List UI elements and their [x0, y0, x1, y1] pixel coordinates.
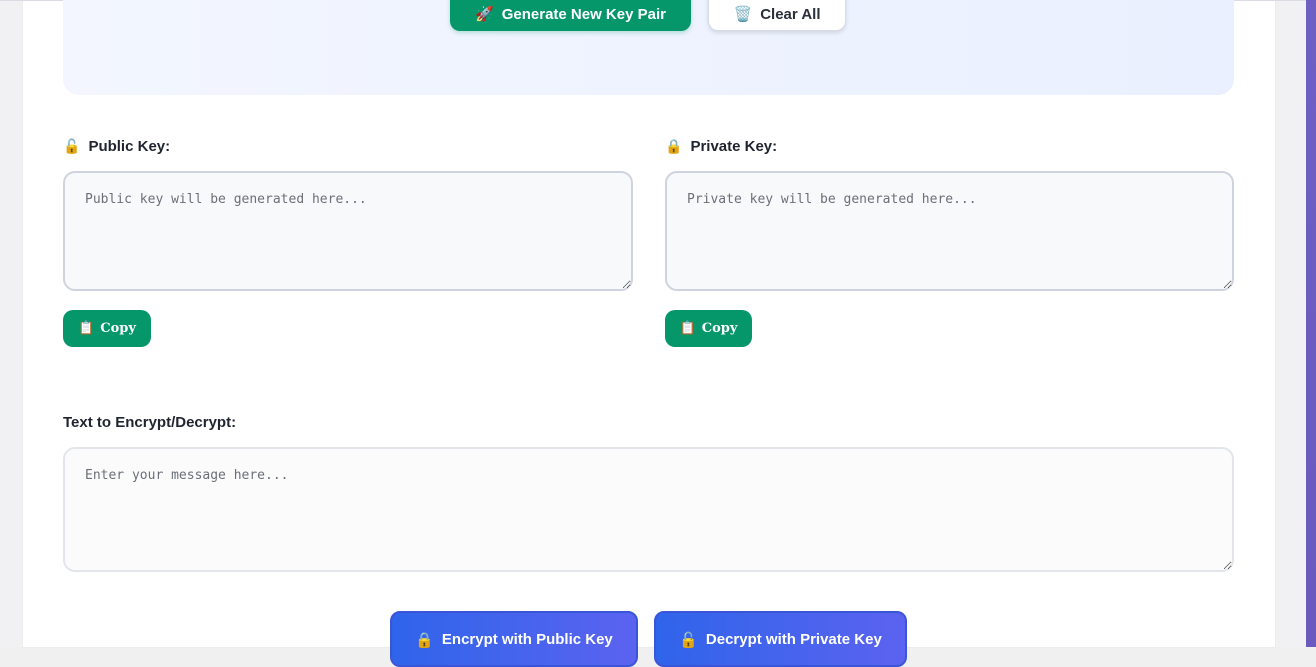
- copy-label: Copy: [701, 321, 738, 336]
- clear-all-button[interactable]: 🗑️ Clear All: [708, 0, 846, 31]
- decrypt-label: Decrypt with Private Key: [705, 631, 882, 648]
- clipboard-icon: 📋: [679, 321, 696, 336]
- public-key-label: Public Key:: [88, 138, 171, 155]
- trash-icon: 🗑️: [733, 6, 753, 23]
- encrypt-button[interactable]: 🔒 Encrypt with Public Key: [390, 611, 638, 667]
- right-edge-strip: [1306, 0, 1316, 647]
- decrypt-button[interactable]: 🔓 Decrypt with Private Key: [654, 611, 907, 667]
- private-key-textarea[interactable]: [665, 171, 1234, 291]
- message-textarea[interactable]: [63, 447, 1234, 572]
- copy-public-key-button[interactable]: 📋 Copy: [63, 310, 151, 347]
- unlock-icon: 🔓: [63, 138, 81, 154]
- lock-icon: 🔒: [415, 632, 434, 649]
- message-label: Text to Encrypt/Decrypt:: [63, 414, 237, 431]
- generate-key-pair-button[interactable]: 🚀 Generate New Key Pair: [450, 0, 691, 31]
- generate-key-pair-label: Generate New Key Pair: [501, 5, 666, 23]
- clear-all-label: Clear All: [760, 5, 821, 23]
- public-key-heading: 🔓 Public Key:: [63, 138, 170, 155]
- message-heading: Text to Encrypt/Decrypt:: [63, 414, 236, 431]
- copy-label: Copy: [100, 321, 136, 336]
- private-key-heading: 🔒 Private Key:: [665, 138, 777, 155]
- copy-private-key-button[interactable]: 📋 Copy: [665, 310, 752, 347]
- rocket-icon: 🚀: [475, 6, 494, 23]
- unlock-icon: 🔓: [679, 632, 698, 649]
- public-key-textarea[interactable]: [63, 171, 633, 291]
- private-key-label: Private Key:: [690, 138, 778, 155]
- clipboard-icon: 📋: [78, 321, 95, 336]
- encrypt-label: Encrypt with Public Key: [441, 631, 613, 648]
- lock-icon: 🔒: [665, 138, 683, 154]
